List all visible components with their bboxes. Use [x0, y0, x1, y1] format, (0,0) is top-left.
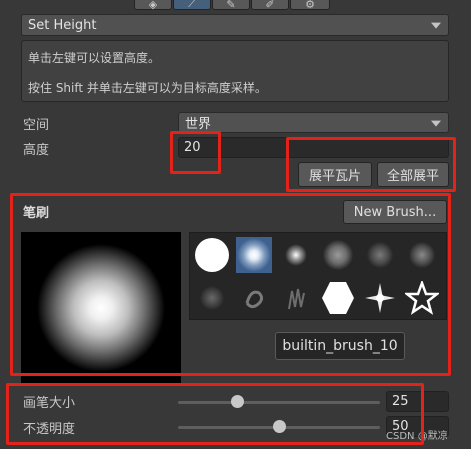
selected-brush-name: builtin_brush_10 [275, 332, 405, 360]
stamp-icon[interactable]: ◈ [134, 0, 172, 11]
tool-strip: ◈ ⟋ ✎ ✐ ⚙ [134, 0, 330, 11]
height-input[interactable]: 20 [178, 137, 449, 158]
brush-size-input[interactable]: 25 [386, 391, 449, 412]
flatten-tile-button[interactable]: 展平瓦片 [298, 162, 372, 187]
tool-dropdown-value: Set Height [28, 17, 97, 33]
watermark: CSDN @默凉 [386, 431, 448, 442]
brush-cloud[interactable] [320, 237, 356, 273]
tool-dropdown[interactable]: Set Height [21, 14, 449, 36]
brush-circle-solid[interactable] [194, 237, 230, 273]
brushes-title: 笔刷 [23, 206, 50, 221]
brush-splatter[interactable] [362, 237, 398, 273]
raise-lower-icon[interactable]: ⟋ [173, 0, 211, 10]
space-label: 空间 [23, 118, 50, 133]
brush-star-outline[interactable] [404, 280, 440, 316]
height-label: 高度 [23, 143, 50, 158]
brush-grid [189, 232, 447, 320]
height-input-value: 20 [184, 140, 201, 155]
brush-noise-2[interactable] [236, 280, 272, 316]
flatten-all-button[interactable]: 全部展平 [377, 162, 449, 187]
brush-size-thumb[interactable] [231, 395, 244, 408]
space-dropdown-value: 世界 [185, 117, 212, 132]
brush-size-slider[interactable] [178, 401, 380, 404]
new-brush-button[interactable]: New Brush... [343, 200, 447, 224]
brush-hexagon[interactable] [320, 280, 356, 316]
opacity-thumb[interactable] [273, 420, 286, 433]
brush-small-soft[interactable] [278, 237, 314, 273]
smooth-icon[interactable]: ✐ [251, 0, 289, 11]
help-line-2: 按住 Shift 并单击左键可以为目标高度采样。 [28, 81, 267, 95]
chevron-down-icon [431, 120, 441, 127]
chevron-down-icon [431, 22, 441, 29]
brush-size-value: 25 [392, 394, 409, 409]
brush-splatter-2[interactable] [404, 237, 440, 273]
brush-size-label: 画笔大小 [23, 396, 76, 411]
brush-soft-blue[interactable] [236, 237, 272, 273]
brush-grass[interactable] [278, 280, 314, 316]
brush-noise-1[interactable] [194, 280, 230, 316]
brush-preview [21, 232, 181, 384]
opacity-label: 不透明度 [23, 422, 76, 437]
paint-icon[interactable]: ✎ [212, 0, 250, 11]
brush-star-burst[interactable] [362, 280, 398, 316]
help-line-1: 单击左键可以设置高度。 [28, 51, 161, 65]
settings-icon[interactable]: ⚙ [290, 0, 330, 11]
help-box: 单击左键可以设置高度。 按住 Shift 并单击左键可以为目标高度采样。 [21, 40, 449, 102]
space-dropdown[interactable]: 世界 [178, 112, 449, 133]
